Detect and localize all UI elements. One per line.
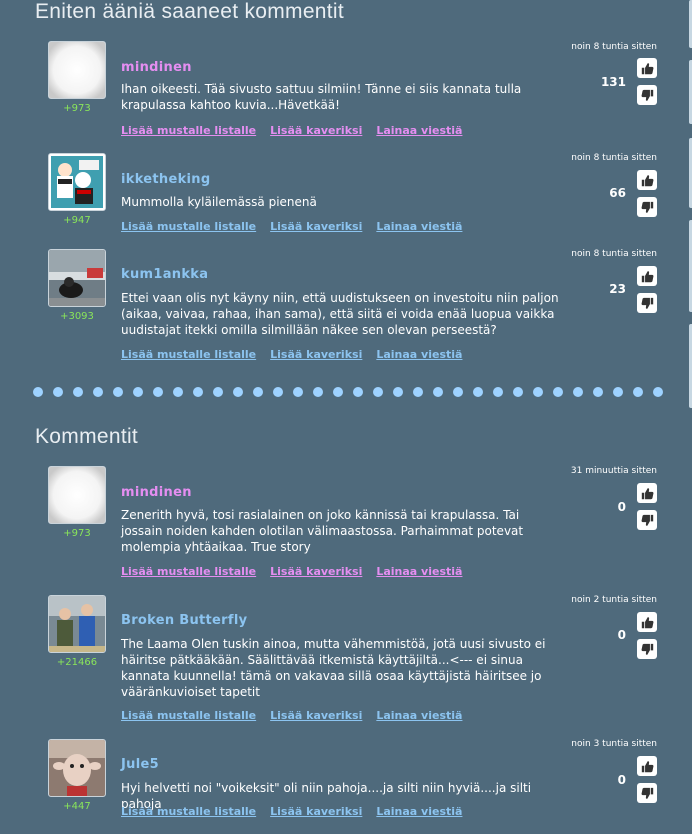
vote-count: 0	[617, 628, 626, 642]
timestamp: noin 8 tuntia sitten	[571, 42, 657, 52]
comment-text: Mummolla kyläilemässä pienenä	[121, 195, 317, 209]
downvote-button[interactable]	[637, 293, 657, 313]
comment-actions: Lisää mustalle listalle Lisää kaveriksi La…	[121, 805, 476, 818]
downvote-button[interactable]	[637, 510, 657, 530]
thumbs-up-icon	[641, 270, 654, 283]
username-link[interactable]: ikketheking	[121, 172, 210, 187]
comment-actions: Lisää mustalle listalle Lisää kaveriksi La…	[121, 565, 476, 578]
upvote-button[interactable]	[637, 756, 657, 776]
avatar[interactable]	[48, 595, 106, 653]
user-score: +21466	[56, 657, 98, 668]
timestamp: 31 minuuttia sitten	[570, 466, 657, 476]
quote-message-link[interactable]: Lainaa viestiä	[376, 348, 462, 361]
upvote-button[interactable]	[637, 612, 657, 632]
downvote-button[interactable]	[637, 85, 657, 105]
timestamp: noin 8 tuntia sitten	[571, 153, 657, 163]
section-divider	[33, 387, 673, 397]
timestamp: noin 2 tuntia sitten	[571, 595, 657, 605]
comment-actions: Lisää mustalle listalle Lisää kaveriksi La…	[121, 709, 476, 722]
comment-text: Ihan oikeesti. Tää sivusto sattuu silmii…	[121, 82, 522, 112]
upvote-button[interactable]	[637, 483, 657, 503]
downvote-button[interactable]	[637, 639, 657, 659]
thumbs-down-icon	[641, 514, 654, 527]
section-title-comments: Kommentit	[35, 425, 139, 448]
add-to-blacklist-link[interactable]: Lisää mustalle listalle	[121, 124, 256, 137]
username-link[interactable]: mindinen	[121, 485, 192, 500]
upvote-button[interactable]	[637, 170, 657, 190]
vote-count: 0	[617, 500, 626, 514]
thumbs-up-icon	[641, 760, 654, 773]
comment-text: Zenerith hyvä, tosi rasialainen on joko …	[121, 508, 524, 554]
user-score: +973	[63, 103, 91, 114]
quote-message-link[interactable]: Lainaa viestiä	[376, 565, 462, 578]
add-to-blacklist-link[interactable]: Lisää mustalle listalle	[121, 565, 256, 578]
quote-message-link[interactable]: Lainaa viestiä	[376, 124, 462, 137]
quote-message-link[interactable]: Lainaa viestiä	[376, 805, 462, 818]
thumbs-down-icon	[641, 297, 654, 310]
vote-count: 23	[609, 282, 626, 296]
add-friend-link[interactable]: Lisää kaveriksi	[270, 709, 362, 722]
avatar[interactable]	[48, 41, 106, 99]
username-link[interactable]: mindinen	[121, 60, 192, 75]
thumbs-down-icon	[641, 787, 654, 800]
thumbs-up-icon	[641, 487, 654, 500]
downvote-button[interactable]	[637, 197, 657, 217]
username-link[interactable]: kum1ankka	[121, 267, 208, 282]
user-score: +447	[63, 801, 91, 812]
user-score: +3093	[60, 311, 94, 322]
downvote-button[interactable]	[637, 783, 657, 803]
add-to-blacklist-link[interactable]: Lisää mustalle listalle	[121, 348, 256, 361]
avatar[interactable]	[48, 739, 106, 797]
add-to-blacklist-link[interactable]: Lisää mustalle listalle	[121, 805, 256, 818]
add-friend-link[interactable]: Lisää kaveriksi	[270, 348, 362, 361]
avatar[interactable]	[48, 153, 106, 211]
thumbs-up-icon	[641, 174, 654, 187]
user-score: +973	[63, 528, 91, 539]
thumbs-down-icon	[641, 89, 654, 102]
comment-actions: Lisää mustalle listalle Lisää kaveriksi La…	[121, 348, 476, 361]
add-friend-link[interactable]: Lisää kaveriksi	[270, 805, 362, 818]
thumbs-down-icon	[641, 643, 654, 656]
username-link[interactable]: Broken Butterfly	[121, 613, 247, 628]
thumbs-up-icon	[641, 62, 654, 75]
upvote-button[interactable]	[637, 266, 657, 286]
comment-actions: Lisää mustalle listalle Lisää kaveriksi La…	[121, 124, 476, 137]
avatar[interactable]	[48, 249, 106, 307]
add-to-blacklist-link[interactable]: Lisää mustalle listalle	[121, 220, 256, 233]
add-friend-link[interactable]: Lisää kaveriksi	[270, 565, 362, 578]
thumbs-up-icon	[641, 616, 654, 629]
username-link[interactable]: Jule5	[121, 757, 159, 772]
add-friend-link[interactable]: Lisää kaveriksi	[270, 220, 362, 233]
vote-count: 66	[609, 186, 626, 200]
upvote-button[interactable]	[637, 58, 657, 78]
add-to-blacklist-link[interactable]: Lisää mustalle listalle	[121, 709, 256, 722]
timestamp: noin 8 tuntia sitten	[571, 249, 657, 259]
vote-count: 131	[600, 75, 626, 89]
thumbs-down-icon	[641, 201, 654, 214]
comment-actions: Lisää mustalle listalle Lisää kaveriksi La…	[121, 220, 476, 233]
user-score: +947	[63, 215, 91, 226]
comment-text: The Laama Olen tuskin ainoa, mutta vähem…	[121, 637, 546, 699]
comment-text: Ettei vaan olis nyt käyny niin, että uud…	[121, 291, 559, 337]
avatar[interactable]	[48, 466, 106, 524]
vote-count: 0	[617, 773, 626, 787]
section-title-top-comments: Eniten ääniä saaneet kommentit	[35, 0, 345, 23]
quote-message-link[interactable]: Lainaa viestiä	[376, 709, 462, 722]
add-friend-link[interactable]: Lisää kaveriksi	[270, 124, 362, 137]
quote-message-link[interactable]: Lainaa viestiä	[376, 220, 462, 233]
timestamp: noin 3 tuntia sitten	[571, 739, 657, 749]
